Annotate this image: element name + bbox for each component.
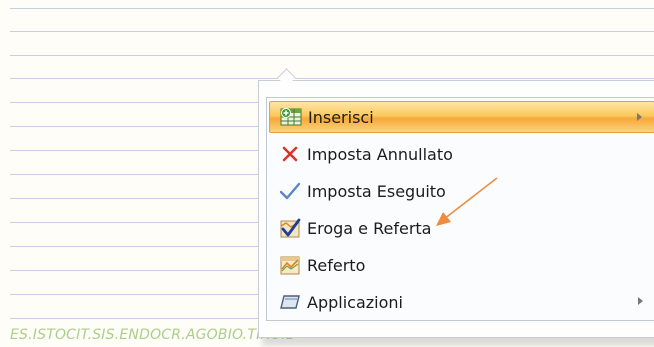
red-x-icon bbox=[277, 142, 303, 166]
menu-item-referto[interactable]: Referto bbox=[269, 249, 654, 281]
row-divider bbox=[10, 78, 654, 79]
applications-icon bbox=[277, 290, 303, 314]
report-icon bbox=[277, 253, 303, 277]
row-divider bbox=[10, 55, 654, 56]
menu-item-label: Imposta Eseguito bbox=[307, 181, 446, 201]
menu-item-applicazioni[interactable]: Applicazioni bbox=[269, 286, 654, 318]
list-row-text[interactable]: ES.ISTOCIT.SIS.ENDOCR.AGOBIO.TIROID bbox=[10, 327, 297, 343]
row-divider bbox=[10, 8, 654, 9]
checkmark-icon bbox=[277, 179, 303, 203]
annotation-arrow-icon bbox=[436, 177, 498, 226]
table-insert-icon bbox=[278, 105, 304, 129]
menu-item-imposta-annullato[interactable]: Imposta Annullato bbox=[269, 138, 654, 170]
menu-item-label: Applicazioni bbox=[307, 292, 403, 312]
row-divider bbox=[10, 31, 654, 32]
menu-item-inserisci[interactable]: Inserisci bbox=[269, 101, 654, 133]
menu-item-label: Referto bbox=[307, 255, 366, 275]
submenu-arrow-icon bbox=[637, 113, 642, 121]
menu-item-label: Inserisci bbox=[308, 107, 374, 127]
dispense-report-icon bbox=[277, 216, 303, 240]
menu-item-label: Imposta Annullato bbox=[307, 144, 453, 164]
submenu-arrow-icon bbox=[638, 297, 643, 305]
menu-item-label: Eroga e Referta bbox=[307, 218, 432, 238]
